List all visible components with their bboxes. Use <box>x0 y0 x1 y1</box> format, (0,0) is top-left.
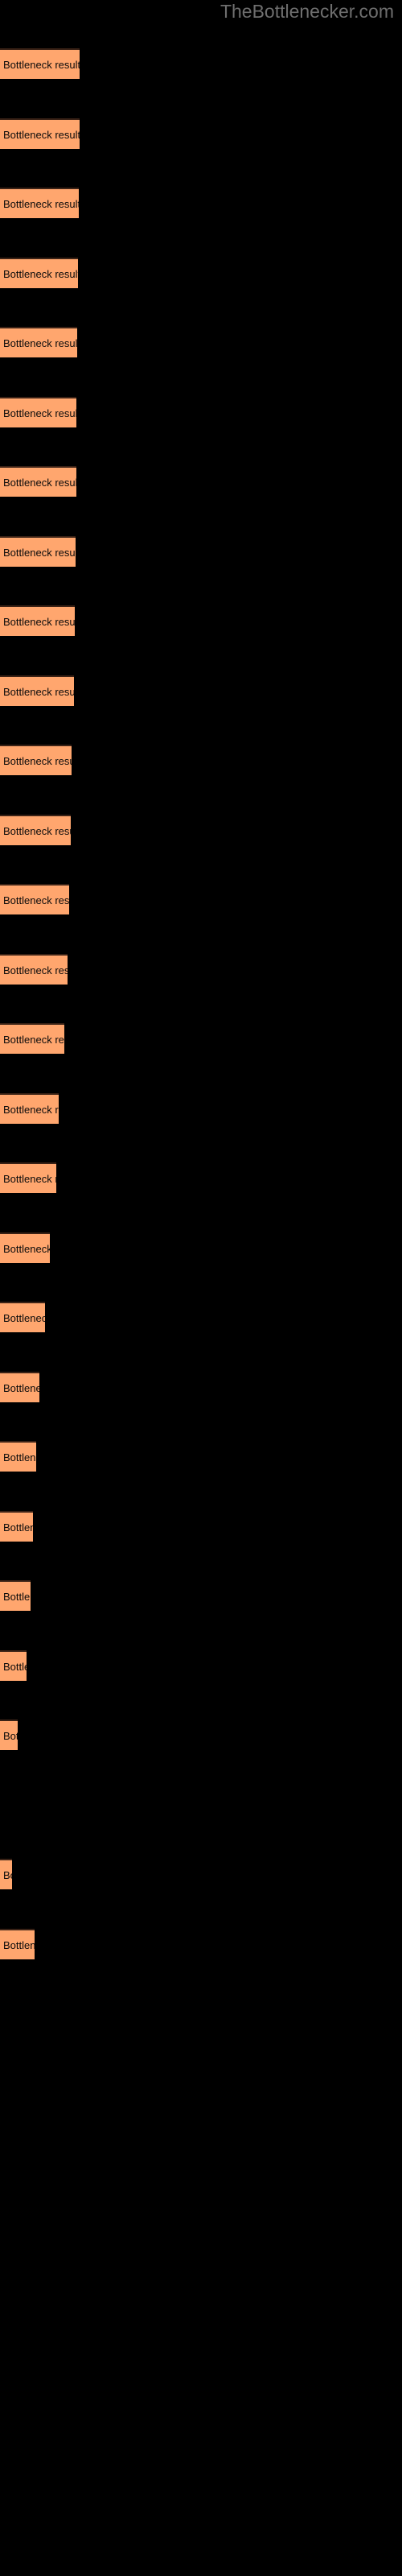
bar[interactable]: Bottleneck result <box>0 1232 50 1263</box>
bar[interactable]: Bottleneck result <box>0 745 72 775</box>
bar-label: Bottleneck result <box>3 1242 50 1255</box>
bar[interactable]: Bottleneck result <box>0 1092 59 1124</box>
bar[interactable]: Bottleneck result <box>0 188 79 218</box>
bar-label: Bottleneck result <box>3 407 76 419</box>
bar-label: Bottleneck result <box>3 1173 56 1185</box>
bar-row: Bottleneck result <box>0 188 402 218</box>
bar-row: Bottleneck result <box>0 466 402 497</box>
bar-label: Bottleneck result <box>3 267 78 280</box>
bar-label: Bottleneck result <box>3 1869 12 1881</box>
bar-label: Bottleneck result <box>3 1660 27 1673</box>
bar-label: Bottleneck result <box>3 59 80 71</box>
bar-row: Bottleneck result <box>0 745 402 775</box>
bottleneck-bar-chart: Bottleneck result Bottleneck result Bottle… <box>0 0 402 2576</box>
bar-label: Bottleneck result <box>3 1381 39 1394</box>
bar[interactable]: Bottleneck result <box>0 396 76 427</box>
bar[interactable]: Bottleneck result <box>0 1510 33 1542</box>
bar[interactable]: Bottleneck result <box>0 327 77 357</box>
bar-row: Bottleneck result <box>0 535 402 567</box>
bar[interactable]: Bottleneck result <box>0 1719 18 1750</box>
bar-label: Bottleneck result <box>3 1312 45 1324</box>
bar[interactable]: Bottleneck result <box>0 1371 39 1402</box>
bar-label: Bottleneck result <box>3 546 76 559</box>
bar[interactable]: Bottleneck result <box>0 1023 64 1054</box>
bar-label: Bottleneck result <box>3 1591 31 1603</box>
bar-row: Bottleneck result <box>0 953 402 985</box>
bar-label: Bottleneck result <box>3 128 80 141</box>
bar-row: Bottleneck result <box>0 675 402 706</box>
bar-label: Bottleneck result <box>3 1103 59 1116</box>
bar-row: Bottleneck result <box>0 1371 402 1402</box>
bar-label: Bottleneck result <box>3 1938 35 1951</box>
bar-row: Bottleneck result <box>0 1928 402 1959</box>
bar-label: Bottleneck result <box>3 1451 36 1463</box>
bar[interactable]: Bottleneck result <box>0 605 75 636</box>
bar-row: Bottleneck result <box>0 1302 402 1332</box>
bar-label: Bottleneck result <box>3 337 77 349</box>
bar-label: Bottleneck result <box>3 1730 18 1742</box>
bar-label: Bottleneck result <box>3 616 75 628</box>
bar[interactable]: Bottleneck result <box>0 953 68 985</box>
bar[interactable]: Bottleneck result <box>0 1580 31 1611</box>
bar-row: Bottleneck result <box>0 884 402 914</box>
bar[interactable]: Bottleneck result <box>0 814 71 845</box>
bar-label: Bottleneck result <box>3 198 79 210</box>
bar-row: Bottleneck result <box>0 327 402 357</box>
bar[interactable]: Bottleneck result <box>0 48 80 79</box>
bar-label: Bottleneck result <box>3 824 71 837</box>
bar-row: Bottleneck result <box>0 257 402 288</box>
bar-label: Bottleneck result <box>3 685 74 698</box>
bar[interactable]: Bottleneck result <box>0 1649 27 1681</box>
bar-row: Bottleneck result <box>0 814 402 845</box>
bar-row: Bottleneck result <box>0 1649 402 1681</box>
bar-row: Bottleneck result <box>0 1719 402 1750</box>
bar-label: Bottleneck result <box>3 1034 64 1046</box>
bar[interactable]: Bottleneck result <box>0 1859 12 1889</box>
bar-row: Bottleneck result <box>0 605 402 636</box>
bar[interactable]: Bottleneck result <box>0 466 76 497</box>
bar-row: Bottleneck result <box>0 1023 402 1054</box>
bar-row: Bottleneck result <box>0 1510 402 1542</box>
bar[interactable]: Bottleneck result <box>0 1162 56 1193</box>
bar-row <box>0 1790 402 1820</box>
bar-row: Bottleneck result <box>0 1092 402 1124</box>
bar-row: Bottleneck result <box>0 1232 402 1263</box>
bar-row: Bottleneck result <box>0 396 402 427</box>
bar[interactable]: Bottleneck result <box>0 1441 36 1472</box>
bar-label: Bottleneck result <box>3 1521 33 1534</box>
bar-row: Bottleneck result <box>0 1859 402 1889</box>
bar[interactable]: Bottleneck result <box>0 884 69 914</box>
bar[interactable]: Bottleneck result <box>0 1302 45 1332</box>
bar-row: Bottleneck result <box>0 1441 402 1472</box>
bar-row: Bottleneck result <box>0 1580 402 1611</box>
bar-row: Bottleneck result <box>0 118 402 149</box>
bar-label: Bottleneck result <box>3 894 69 906</box>
bar[interactable]: Bottleneck result <box>0 675 74 706</box>
bar-label: Bottleneck result <box>3 755 72 767</box>
bar-label: Bottleneck result <box>3 964 68 976</box>
bar-row: Bottleneck result <box>0 48 402 79</box>
bar-label: Bottleneck result <box>3 477 76 489</box>
bar[interactable]: Bottleneck result <box>0 1928 35 1959</box>
bar[interactable]: Bottleneck result <box>0 118 80 149</box>
bar[interactable]: Bottleneck result <box>0 257 78 288</box>
bar-row: Bottleneck result <box>0 1162 402 1193</box>
bar[interactable]: Bottleneck result <box>0 535 76 567</box>
